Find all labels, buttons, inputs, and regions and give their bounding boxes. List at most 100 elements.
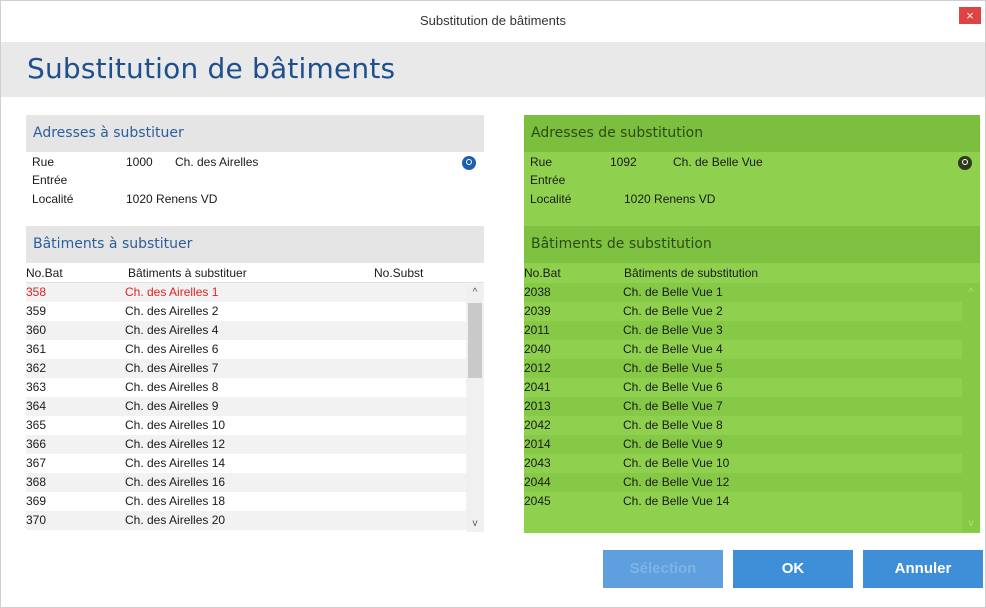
table-row[interactable]: 2039 Ch. de Belle Vue 2 — [524, 302, 980, 321]
source-search-icon[interactable] — [462, 156, 476, 170]
col-name: Bâtiments à substituer — [128, 266, 247, 280]
cell-name: Ch. de Belle Vue 3 — [623, 323, 723, 337]
cell-name: Ch. de Belle Vue 5 — [623, 361, 723, 375]
cell-name: Ch. de Belle Vue 7 — [623, 399, 723, 413]
rue-label: Rue — [32, 155, 55, 169]
cell-nobat: 2014 — [524, 437, 551, 451]
localite-label: Localité — [530, 192, 572, 206]
table-row[interactable]: 2043 Ch. de Belle Vue 10 — [524, 454, 980, 473]
cell-name: Ch. des Airelles 4 — [125, 323, 219, 337]
entree-label: Entrée — [32, 173, 68, 187]
table-row[interactable]: 367 Ch. des Airelles 14 — [26, 454, 484, 473]
source-scrollbar[interactable]: ^ v — [466, 285, 484, 532]
cell-nobat: 369 — [26, 494, 47, 508]
table-row[interactable]: 368 Ch. des Airelles 16 — [26, 473, 484, 492]
cancel-button[interactable]: Annuler — [863, 550, 983, 588]
rue-number: 1092 — [610, 155, 637, 169]
scroll-thumb[interactable] — [468, 303, 482, 378]
scroll-down-icon[interactable]: v — [466, 516, 484, 532]
source-address-heading: Adresses à substituer — [26, 115, 484, 152]
cell-nobat: 370 — [26, 513, 47, 527]
scroll-up-icon[interactable]: ^ — [962, 285, 980, 301]
close-button[interactable]: × — [959, 7, 981, 24]
cell-nobat: 2042 — [524, 418, 551, 432]
cell-name: Ch. des Airelles 7 — [125, 361, 219, 375]
dialog-window: Substitution de bâtiments × Substitution… — [0, 0, 986, 608]
table-row[interactable]: 365 Ch. des Airelles 10 — [26, 416, 484, 435]
table-row[interactable]: 369 Ch. des Airelles 18 — [26, 492, 484, 511]
cell-name: Ch. de Belle Vue 2 — [623, 304, 723, 318]
cell-name: Ch. de Belle Vue 10 — [623, 456, 730, 470]
entree-label: Entrée — [530, 173, 566, 187]
target-panel: Adresses de substitution Rue 1092 Ch. de… — [524, 115, 980, 533]
localite-value: 1020 Renens VD — [126, 192, 218, 206]
table-row[interactable]: 358 Ch. des Airelles 1 — [26, 283, 484, 302]
table-row[interactable]: 2012 Ch. de Belle Vue 5 — [524, 359, 980, 378]
col-nobat: No.Bat — [524, 266, 561, 280]
table-row[interactable]: 2011 Ch. de Belle Vue 3 — [524, 321, 980, 340]
cell-name: Ch. de Belle Vue 4 — [623, 342, 723, 356]
title-bar: Substitution de bâtiments × — [1, 1, 985, 41]
rue-name: Ch. de Belle Vue — [673, 155, 763, 169]
cell-name: Ch. des Airelles 8 — [125, 380, 219, 394]
cell-nobat: 367 — [26, 456, 47, 470]
table-row[interactable]: 363 Ch. des Airelles 8 — [26, 378, 484, 397]
target-search-icon[interactable] — [958, 156, 972, 170]
cell-name: Ch. des Airelles 18 — [125, 494, 226, 508]
table-row[interactable]: 360 Ch. des Airelles 4 — [26, 321, 484, 340]
cell-nobat: 360 — [26, 323, 47, 337]
table-row[interactable]: 2041 Ch. de Belle Vue 6 — [524, 378, 980, 397]
table-row[interactable]: 2038 Ch. de Belle Vue 1 — [524, 283, 980, 302]
cell-nobat: 358 — [26, 285, 47, 299]
table-row[interactable]: 2040 Ch. de Belle Vue 4 — [524, 340, 980, 359]
cell-name: Ch. des Airelles 20 — [125, 513, 226, 527]
cell-nobat: 365 — [26, 418, 47, 432]
table-row[interactable]: 370 Ch. des Airelles 20 — [26, 511, 484, 530]
cell-name: Ch. des Airelles 14 — [125, 456, 226, 470]
cell-nobat: 2011 — [524, 323, 550, 337]
selection-button[interactable]: Sélection — [603, 550, 723, 588]
table-row[interactable]: 359 Ch. des Airelles 2 — [26, 302, 484, 321]
table-row[interactable]: 2044 Ch. de Belle Vue 12 — [524, 473, 980, 492]
cell-nobat: 363 — [26, 380, 47, 394]
table-row[interactable]: 2042 Ch. de Belle Vue 8 — [524, 416, 980, 435]
cell-nobat: 2045 — [524, 494, 551, 508]
table-row[interactable]: 2014 Ch. de Belle Vue 9 — [524, 435, 980, 454]
target-table-body: 2038 Ch. de Belle Vue 1 2039 Ch. de Belle V… — [524, 283, 980, 511]
ok-button[interactable]: OK — [733, 550, 853, 588]
col-nosubst: No.Subst — [374, 266, 424, 280]
table-row[interactable]: 366 Ch. des Airelles 12 — [26, 435, 484, 454]
cell-nobat: 2013 — [524, 399, 551, 413]
cell-nobat: 361 — [26, 342, 47, 356]
cell-nobat: 2043 — [524, 456, 551, 470]
source-panel: Adresses à substituer Rue 1000 Ch. des A… — [26, 115, 484, 532]
scroll-down-icon[interactable]: v — [962, 516, 980, 532]
source-buildings-heading: Bâtiments à substituer — [26, 226, 484, 263]
target-buildings-heading: Bâtiments de substitution — [524, 226, 980, 263]
target-scrollbar[interactable]: ^ v — [962, 285, 980, 532]
cell-nobat: 364 — [26, 399, 47, 413]
table-row[interactable]: 2013 Ch. de Belle Vue 7 — [524, 397, 980, 416]
page-title: Substitution de bâtiments — [27, 52, 396, 85]
cell-nobat: 2040 — [524, 342, 551, 356]
cell-name: Ch. des Airelles 10 — [125, 418, 226, 432]
cell-nobat: 2044 — [524, 475, 551, 489]
cell-name: Ch. de Belle Vue 8 — [623, 418, 723, 432]
cell-name: Ch. de Belle Vue 1 — [623, 285, 723, 299]
table-row[interactable]: 362 Ch. des Airelles 7 — [26, 359, 484, 378]
scroll-up-icon[interactable]: ^ — [466, 285, 484, 301]
cell-name: Ch. des Airelles 12 — [125, 437, 226, 451]
rue-number: 1000 — [126, 155, 153, 169]
source-table-body: 358 Ch. des Airelles 1 359 Ch. des Airelles… — [26, 283, 484, 530]
table-row[interactable]: 361 Ch. des Airelles 6 — [26, 340, 484, 359]
cell-nobat: 2041 — [524, 380, 551, 394]
table-row[interactable]: 364 Ch. des Airelles 9 — [26, 397, 484, 416]
cell-name: Ch. des Airelles 6 — [125, 342, 219, 356]
cell-name: Ch. de Belle Vue 12 — [623, 475, 730, 489]
cell-nobat: 2039 — [524, 304, 551, 318]
cell-name: Ch. des Airelles 16 — [125, 475, 226, 489]
table-row[interactable]: 2045 Ch. de Belle Vue 14 — [524, 492, 980, 511]
source-table-header: No.Bat Bâtiments à substituer No.Subst — [26, 263, 484, 283]
cell-nobat: 2038 — [524, 285, 551, 299]
window-title: Substitution de bâtiments — [420, 13, 566, 28]
